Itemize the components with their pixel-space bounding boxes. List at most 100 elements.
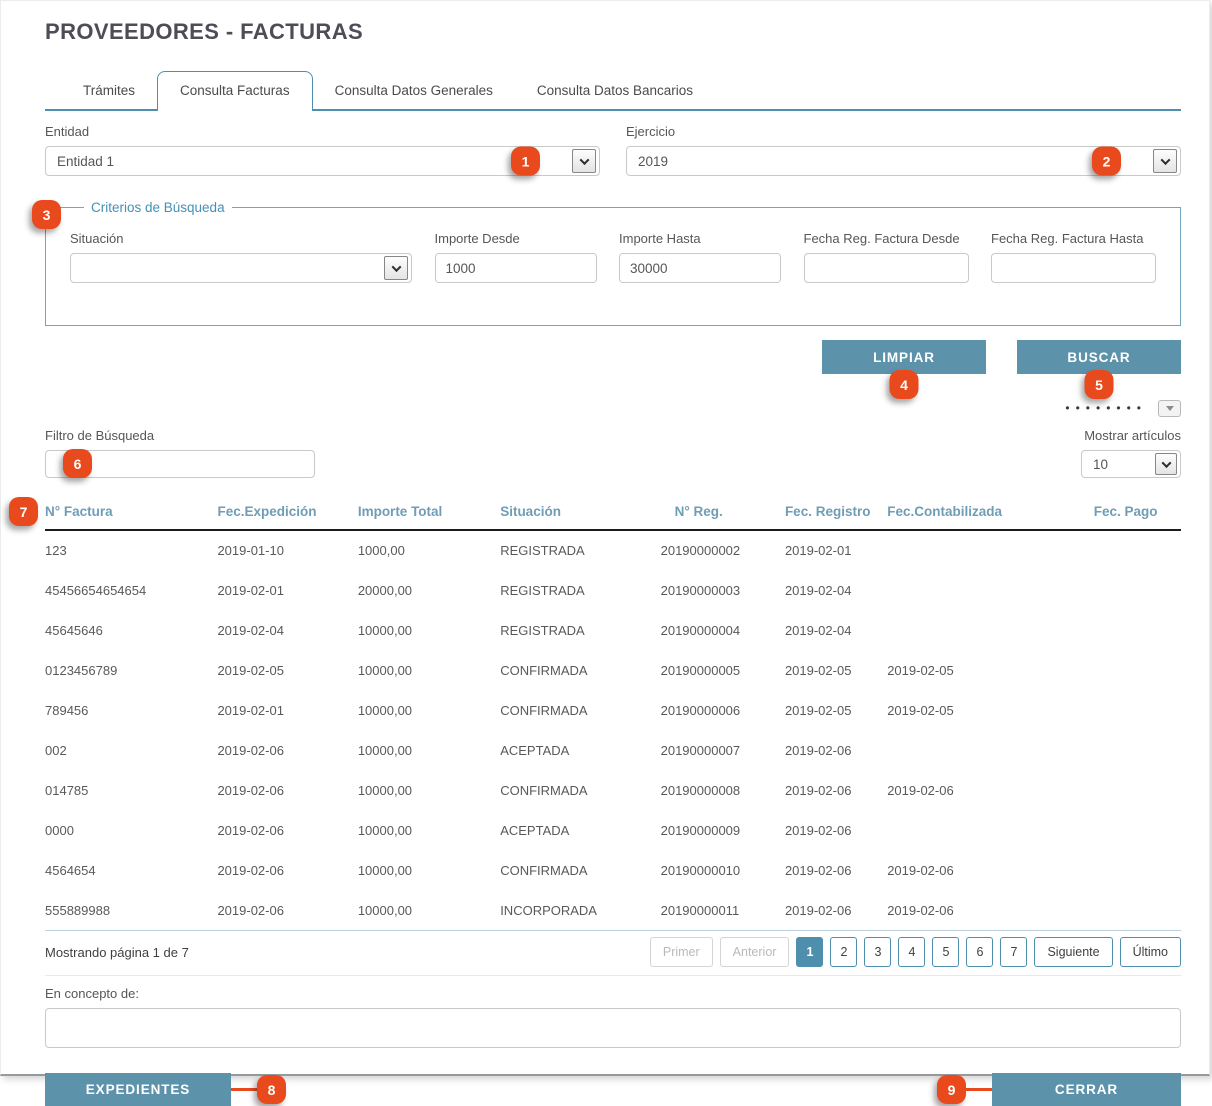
table-cell (1094, 570, 1181, 610)
page-button-1[interactable]: 1 (796, 937, 823, 967)
mostrar-articulos-value: 10 (1093, 457, 1108, 472)
table-cell: 2019-02-06 (785, 850, 887, 890)
table-cell: 2019-02-05 (217, 650, 357, 690)
entidad-select[interactable]: Entidad 1 1 (45, 146, 600, 176)
page-button-siguiente[interactable]: Siguiente (1034, 937, 1112, 967)
page-button-primer[interactable]: Primer (650, 937, 713, 967)
criterios-fieldset: 3 Criterios de Búsqueda Situación Import… (45, 200, 1181, 326)
importe-hasta-input[interactable] (619, 253, 781, 283)
limpiar-button[interactable]: LIMPIAR (822, 340, 986, 374)
expedientes-button[interactable]: EXPEDIENTES (45, 1073, 231, 1106)
table-cell: 20190000002 (661, 530, 785, 570)
table-cell: 2019-02-06 (217, 810, 357, 850)
table-cell: 4564654 (45, 850, 217, 890)
table-cell: 2019-02-01 (785, 530, 887, 570)
callout-5: 5 (1085, 370, 1114, 399)
table-cell (887, 570, 1094, 610)
ejercicio-select[interactable]: 2019 2 (626, 146, 1181, 176)
table-cell (1094, 890, 1181, 930)
table-cell (1094, 850, 1181, 890)
table-cell: CONFIRMADA (500, 650, 660, 690)
table-row: 0022019-02-0610000,00ACEPTADA20190000007… (45, 730, 1181, 770)
table-cell: 2019-02-06 (217, 890, 357, 930)
table-cell: 20190000008 (661, 770, 785, 810)
table-cell: 2019-02-04 (217, 610, 357, 650)
results-table: 7 N° FacturaFec.ExpediciónImporte TotalS… (45, 504, 1181, 931)
table-cell: 123 (45, 530, 217, 570)
table-cell: 0000 (45, 810, 217, 850)
table-cell: 2019-02-06 (887, 850, 1094, 890)
table-row: 0147852019-02-0610000,00CONFIRMADA201900… (45, 770, 1181, 810)
page-button-4[interactable]: 4 (898, 937, 925, 967)
fecha-desde-field: Fecha Reg. Factura Desde (804, 231, 969, 283)
column-header-situaci-n: Situación (500, 504, 660, 530)
page-button-ltimo[interactable]: Último (1120, 937, 1181, 967)
table-cell: 2019-02-06 (217, 730, 357, 770)
table-cell: 1000,00 (358, 530, 500, 570)
column-header-importe-total: Importe Total (358, 504, 500, 530)
situacion-select[interactable] (70, 253, 412, 283)
table-cell (887, 810, 1094, 850)
table-cell: ACEPTADA (500, 810, 660, 850)
chevron-down-icon[interactable] (572, 149, 596, 173)
importe-hasta-field: Importe Hasta (619, 231, 781, 283)
page: PROVEEDORES - FACTURAS TrámitesConsulta … (0, 0, 1210, 1076)
table-cell: 2019-02-06 (785, 770, 887, 810)
chevron-down-icon[interactable] (384, 256, 408, 280)
callout-8: 8 (257, 1075, 286, 1104)
table-cell: 2019-02-04 (785, 570, 887, 610)
callout-connector (966, 1088, 992, 1091)
table-cell (1094, 730, 1181, 770)
importe-hasta-label: Importe Hasta (619, 231, 781, 246)
cerrar-button[interactable]: CERRAR (992, 1073, 1181, 1106)
table-cell: 20190000005 (661, 650, 785, 690)
page-button-3[interactable]: 3 (864, 937, 891, 967)
criterios-legend: Criterios de Búsqueda (84, 200, 232, 215)
callout-3: 3 (32, 200, 61, 229)
mostrar-articulos-label: Mostrar artículos (1021, 428, 1181, 443)
importe-desde-input[interactable] (435, 253, 597, 283)
page-button-6[interactable]: 6 (966, 937, 993, 967)
page-button-5[interactable]: 5 (932, 937, 959, 967)
callout-7: 7 (9, 497, 38, 526)
buscar-button[interactable]: BUSCAR (1017, 340, 1181, 374)
chevron-down-icon[interactable] (1155, 453, 1177, 475)
table-cell: 10000,00 (358, 650, 500, 690)
table-cell: 10000,00 (358, 610, 500, 650)
fecha-hasta-field: Fecha Reg. Factura Hasta (991, 231, 1156, 283)
page-button-anterior[interactable]: Anterior (720, 937, 790, 967)
table-cell (887, 530, 1094, 570)
tab-consulta-facturas[interactable]: Consulta Facturas (157, 71, 313, 111)
table-row: 456456462019-02-0410000,00REGISTRADA2019… (45, 610, 1181, 650)
entidad-label: Entidad (45, 124, 600, 139)
tab-tr-mites[interactable]: Trámites (61, 72, 157, 109)
table-cell: REGISTRADA (500, 610, 660, 650)
table-cell: 20190000011 (661, 890, 785, 930)
concepto-textarea[interactable] (45, 1008, 1181, 1048)
page-button-2[interactable]: 2 (830, 937, 857, 967)
tab-consulta-datos-bancarios[interactable]: Consulta Datos Bancarios (515, 72, 715, 109)
ejercicio-value: 2019 (638, 154, 668, 169)
table-cell (887, 610, 1094, 650)
callout-9: 9 (937, 1075, 966, 1104)
table-cell (1094, 690, 1181, 730)
table-cell: 2019-01-10 (217, 530, 357, 570)
chevron-down-icon[interactable] (1158, 400, 1181, 417)
tab-consulta-datos-generales[interactable]: Consulta Datos Generales (313, 72, 515, 109)
fecha-hasta-input[interactable] (991, 253, 1156, 283)
table-cell: 10000,00 (358, 850, 500, 890)
fecha-desde-input[interactable] (804, 253, 969, 283)
chevron-down-icon[interactable] (1153, 149, 1177, 173)
table-cell: 0123456789 (45, 650, 217, 690)
table-cell: 20190000004 (661, 610, 785, 650)
page-button-7[interactable]: 7 (1000, 937, 1027, 967)
table-cell (1094, 770, 1181, 810)
table-cell: 2019-02-06 (785, 810, 887, 850)
column-header-fec-registro: Fec. Registro (785, 504, 887, 530)
table-cell: 20190000009 (661, 810, 785, 850)
fecha-desde-label: Fecha Reg. Factura Desde (804, 231, 969, 246)
ejercicio-field: Ejercicio 2019 2 (626, 124, 1181, 176)
table-cell: 10000,00 (358, 690, 500, 730)
fecha-hasta-label: Fecha Reg. Factura Hasta (991, 231, 1156, 246)
mostrar-articulos-select[interactable]: 10 (1081, 450, 1181, 478)
